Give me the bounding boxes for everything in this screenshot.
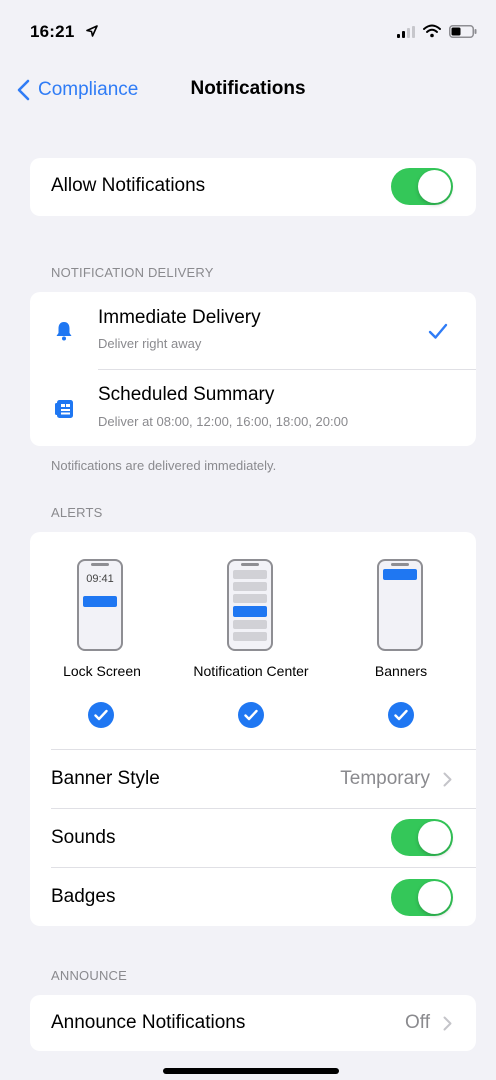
sounds-row: Sounds [30, 809, 476, 867]
toggle-knob [418, 881, 451, 914]
toggle-knob [418, 170, 451, 203]
delivery-option-title: Immediate Delivery [98, 307, 261, 328]
banner-style-row[interactable]: Banner Style Temporary [30, 750, 476, 808]
announce-notifications-row[interactable]: Announce Notifications Off [30, 995, 476, 1051]
delivery-option-title: Scheduled Summary [98, 384, 275, 405]
toggle-knob [418, 821, 451, 854]
delivery-option-scheduled[interactable]: Scheduled Summary Deliver at 08:00, 12:0… [30, 370, 476, 446]
lock-screen-illustration: 09:41 [77, 559, 123, 651]
delivery-footer-note: Notifications are delivered immediately. [51, 458, 277, 473]
alert-style-banners[interactable]: Banners [326, 532, 476, 742]
checkmark-circle-icon [88, 702, 114, 728]
announce-notifications-label: Announce Notifications [51, 1012, 246, 1033]
banners-illustration [377, 559, 423, 651]
list-placeholder [233, 594, 267, 603]
alert-style-lock-screen[interactable]: 09:41 Lock Screen [30, 532, 180, 742]
phone-notch [91, 563, 109, 566]
summary-icon [55, 400, 73, 418]
notification-bar [233, 606, 267, 617]
alerts-group: 09:41 Lock Screen Notification Center Ba… [30, 532, 476, 926]
location-arrow-icon [86, 25, 98, 37]
alert-style-label: Banners [374, 663, 428, 679]
banner-style-label: Banner Style [51, 768, 160, 789]
lock-screen-clock: 09:41 [86, 573, 114, 585]
list-placeholder [233, 632, 267, 641]
wifi-icon [423, 24, 441, 38]
notification-bar [83, 596, 117, 607]
badges-row: Badges [30, 868, 476, 926]
section-header-delivery: NOTIFICATION DELIVERY [51, 265, 214, 280]
list-placeholder [233, 582, 267, 591]
allow-notifications-row: Allow Notifications [30, 158, 476, 216]
alert-style-notification-center[interactable]: Notification Center [176, 532, 326, 742]
checkmark-icon [428, 323, 448, 339]
delivery-group: Immediate Delivery Deliver right away Sc… [30, 292, 476, 446]
signal-icon [397, 26, 415, 38]
list-placeholder [233, 620, 267, 629]
sounds-toggle[interactable] [391, 819, 453, 856]
badges-toggle[interactable] [391, 879, 453, 916]
badges-label: Badges [51, 886, 116, 907]
chevron-right-icon [443, 1016, 452, 1031]
announce-notifications-value: Off [405, 1012, 430, 1033]
notification-bar [383, 569, 417, 580]
alert-style-label: Lock Screen [63, 663, 141, 679]
phone-notch [391, 563, 409, 566]
alert-style-label: Notification Center [193, 663, 309, 679]
allow-notifications-label: Allow Notifications [51, 175, 206, 196]
nav-bar: Compliance Notifications [0, 64, 496, 116]
notification-center-illustration [227, 559, 273, 651]
home-indicator[interactable] [163, 1068, 339, 1074]
bell-icon [56, 322, 72, 341]
phone-notch [241, 563, 259, 566]
delivery-option-subtitle: Deliver right away [98, 336, 202, 351]
delivery-option-subtitle: Deliver at 08:00, 12:00, 16:00, 18:00, 2… [98, 414, 349, 429]
delivery-option-immediate[interactable]: Immediate Delivery Deliver right away [30, 292, 476, 369]
section-header-announce: ANNOUNCE [51, 968, 127, 983]
battery-icon [449, 25, 477, 38]
checkmark-circle-icon [388, 702, 414, 728]
section-header-alerts: ALERTS [51, 505, 103, 520]
list-placeholder [233, 570, 267, 579]
chevron-right-icon [443, 772, 452, 787]
checkmark-circle-icon [238, 702, 264, 728]
status-bar: 16:21 [0, 0, 496, 64]
allow-notifications-toggle[interactable] [391, 168, 453, 205]
banner-style-value: Temporary [340, 768, 430, 789]
status-time: 16:21 [30, 22, 75, 41]
announce-group: Announce Notifications Off [30, 995, 476, 1051]
page-title: Notifications [190, 78, 306, 99]
allow-notifications-group: Allow Notifications [30, 158, 476, 216]
sounds-label: Sounds [51, 827, 116, 848]
